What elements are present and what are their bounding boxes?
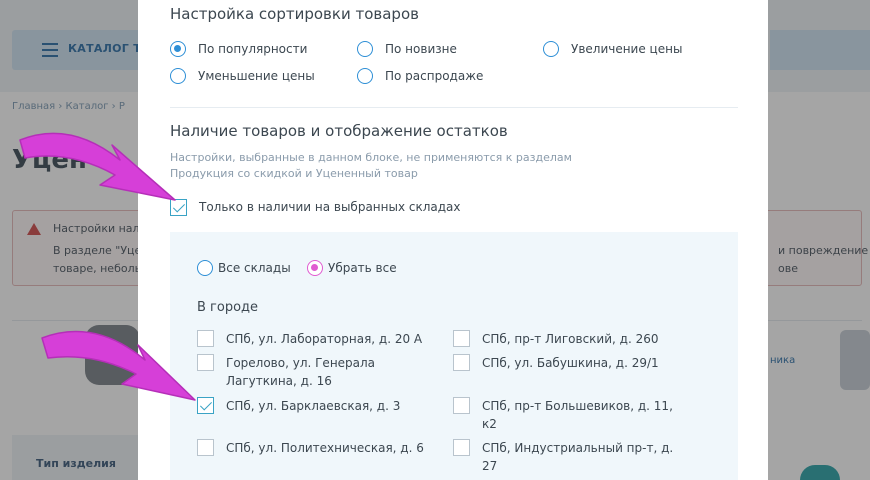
- stores-all-label: Все склады: [218, 261, 291, 275]
- store-label: Горелово, ул. Генерала Лагуткина, д. 16: [226, 354, 375, 390]
- radio-button[interactable]: [197, 260, 213, 276]
- stock-settings-title: Наличие товаров и отображение остатков: [170, 122, 508, 140]
- stock-note-line2: Продукция со скидкой и Уцененный товар: [170, 167, 418, 180]
- stores-remove-all-option[interactable]: Убрать все: [307, 260, 397, 276]
- checkbox[interactable]: [453, 439, 470, 456]
- store-label: СПб, пр-т Большевиков, д. 11, к2: [482, 397, 673, 433]
- stock-note-line1: Настройки, выбранные в данном блоке, не …: [170, 151, 572, 164]
- radio-button[interactable]: [170, 41, 186, 57]
- store-item[interactable]: СПб, ул. Политехническая, д. 6: [197, 439, 424, 457]
- checkbox[interactable]: [197, 330, 214, 347]
- radio-button[interactable]: [543, 41, 559, 57]
- sort-option-label: Уменьшение цены: [198, 69, 315, 83]
- store-label: СПб, Индустриальный пр-т, д. 27: [482, 439, 673, 475]
- sort-option-label: По популярности: [198, 42, 308, 56]
- checkbox[interactable]: [197, 439, 214, 456]
- stores-panel: Все склады Убрать все В городе СПб, ул. …: [170, 232, 738, 480]
- checkbox[interactable]: [453, 397, 470, 414]
- sort-option-newest[interactable]: По новизне: [357, 41, 457, 57]
- radio-button[interactable]: [357, 41, 373, 57]
- radio-button[interactable]: [170, 68, 186, 84]
- store-label: СПб, пр-т Лиговский, д. 260: [482, 330, 658, 348]
- store-item[interactable]: СПб, пр-т Лиговский, д. 260: [453, 330, 658, 348]
- store-item[interactable]: Горелово, ул. Генерала Лагуткина, д. 16: [197, 354, 375, 390]
- store-label-line: СПб, ул. Лабораторная, д. 20 А: [226, 332, 423, 346]
- section-divider: [170, 107, 738, 108]
- checkbox[interactable]: [453, 354, 470, 371]
- settings-modal: Настройка сортировки товаров По популярн…: [138, 0, 768, 480]
- sort-option-price-desc[interactable]: Уменьшение цены: [170, 68, 315, 84]
- store-label-line: к2: [482, 417, 497, 431]
- stores-remove-all-label: Убрать все: [328, 261, 397, 275]
- store-label: СПб, ул. Политехническая, д. 6: [226, 439, 424, 457]
- sort-option-label: По распродаже: [385, 69, 484, 83]
- store-item[interactable]: СПб, Индустриальный пр-т, д. 27: [453, 439, 673, 475]
- store-label-line: СПб, пр-т Лиговский, д. 260: [482, 332, 659, 346]
- checkbox[interactable]: [170, 199, 187, 216]
- store-label-line: Горелово, ул. Генерала: [226, 356, 376, 370]
- store-label: СПб, ул. Бабушкина, д. 29/1: [482, 354, 659, 372]
- checkbox[interactable]: [197, 354, 214, 371]
- store-item[interactable]: СПб, ул. Бабушкина, д. 29/1: [453, 354, 659, 372]
- city-group-title: В городе: [197, 300, 259, 315]
- only-in-stock-label: Только в наличии на выбранных складах: [199, 200, 461, 214]
- store-item[interactable]: СПб, ул. Лабораторная, д. 20 А: [197, 330, 422, 348]
- sort-option-label: Увеличение цены: [571, 42, 683, 56]
- store-label: СПб, ул. Барклаевская, д. 3: [226, 397, 400, 415]
- radio-button[interactable]: [357, 68, 373, 84]
- store-item[interactable]: СПб, ул. Барклаевская, д. 3: [197, 397, 400, 415]
- store-label-line: СПб, Индустриальный пр-т, д.: [482, 441, 674, 455]
- only-in-stock-checkbox[interactable]: Только в наличии на выбранных складах: [170, 199, 461, 216]
- sort-option-sale[interactable]: По распродаже: [357, 68, 483, 84]
- store-label-line: Лагуткина, д. 16: [226, 374, 332, 388]
- sort-option-label: По новизне: [385, 42, 457, 56]
- store-label-line: СПб, ул. Барклаевская, д. 3: [226, 399, 401, 413]
- store-label: СПб, ул. Лабораторная, д. 20 А: [226, 330, 422, 348]
- store-label-line: 27: [482, 459, 498, 473]
- store-label-line: СПб, пр-т Большевиков, д. 11,: [482, 399, 673, 413]
- sort-option-popularity[interactable]: По популярности: [170, 41, 307, 57]
- sort-option-price-asc[interactable]: Увеличение цены: [543, 41, 682, 57]
- checkbox[interactable]: [197, 397, 214, 414]
- checkbox[interactable]: [453, 330, 470, 347]
- radio-button[interactable]: [307, 260, 323, 276]
- stores-all-option[interactable]: Все склады: [197, 260, 291, 276]
- store-label-line: СПб, ул. Политехническая, д. 6: [226, 441, 424, 455]
- sort-settings-title: Настройка сортировки товаров: [170, 5, 419, 23]
- store-item[interactable]: СПб, пр-т Большевиков, д. 11, к2: [453, 397, 673, 433]
- store-label-line: СПб, ул. Бабушкина, д. 29/1: [482, 356, 659, 370]
